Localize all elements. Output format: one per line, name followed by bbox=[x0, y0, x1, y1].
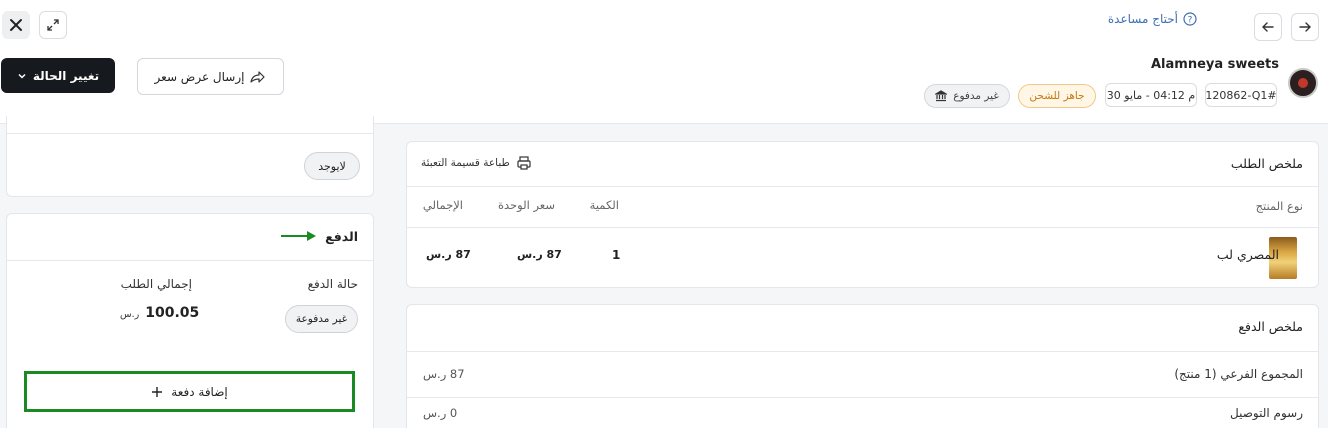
bank-icon bbox=[935, 90, 948, 102]
change-status-button[interactable]: تغيير الحالة bbox=[1, 58, 115, 93]
product-unit-price: 87 ر.س bbox=[517, 248, 562, 261]
store-avatar bbox=[1288, 68, 1318, 98]
order-summary-card: ملخص الطلب طباعة قسيمة التعبئة نوع المنت… bbox=[406, 141, 1319, 288]
share-arrow-icon bbox=[250, 70, 266, 83]
payment-state-badge: غير مدفوعة bbox=[285, 305, 358, 333]
expand-icon bbox=[47, 19, 59, 31]
subtotal-label: المجموع الفرعي (1 منتج) bbox=[1174, 367, 1303, 381]
column-unit-price: سعر الوحدة bbox=[498, 198, 555, 212]
product-total: 87 ر.س bbox=[426, 248, 471, 261]
order-summary-title: ملخص الطلب bbox=[1230, 156, 1303, 171]
order-date-chip: م 04:12 - مايو 30 bbox=[1105, 83, 1197, 107]
printer-icon bbox=[517, 156, 531, 170]
payment-summary-card: ملخص الدفع المجموع الفرعي (1 منتج) 87 ر.… bbox=[406, 304, 1319, 428]
column-product: نوع المنتج bbox=[1255, 199, 1303, 213]
payment-state-label: حالة الدفع bbox=[307, 277, 358, 291]
order-total-label: إجمالي الطلب bbox=[120, 277, 192, 291]
change-status-label: تغيير الحالة bbox=[32, 68, 100, 83]
help-label: أحتاج مساعدة bbox=[1107, 12, 1178, 26]
shipping-status-badge: جاهز للشحن bbox=[1018, 84, 1096, 108]
arrow-right-annotation bbox=[281, 231, 316, 241]
forward-button[interactable] bbox=[1291, 13, 1319, 41]
back-button[interactable] bbox=[1254, 13, 1282, 41]
store-name: Alamneya sweets bbox=[1150, 57, 1279, 72]
svg-text:?: ? bbox=[1188, 16, 1193, 26]
column-total: الإجمالي bbox=[422, 198, 463, 212]
column-qty: الكمية bbox=[589, 198, 619, 212]
send-quote-button[interactable]: إرسال عرض سعر bbox=[137, 58, 284, 95]
product-qty: 1 bbox=[612, 248, 621, 262]
order-total-amount: 100.05 bbox=[145, 305, 200, 321]
arrow-left-icon bbox=[1262, 22, 1274, 32]
delivery-fee-label: رسوم التوصيل bbox=[1229, 406, 1303, 420]
chevron-down-icon bbox=[18, 73, 26, 79]
subtotal-value: 87 ر.س bbox=[423, 367, 465, 381]
product-name: المصري لب bbox=[1216, 247, 1279, 262]
close-button[interactable] bbox=[2, 11, 30, 39]
currency-label: ر.س bbox=[120, 309, 140, 320]
send-quote-label: إرسال عرض سعر bbox=[154, 69, 245, 84]
arrow-right-icon bbox=[1299, 22, 1311, 32]
top-bar: ? أحتاج مساعدة Alamneya sweets 120862-Q1… bbox=[0, 0, 1328, 124]
plus-icon bbox=[152, 386, 163, 397]
payment-summary-title: ملخص الدفع bbox=[1238, 319, 1303, 334]
close-icon bbox=[10, 19, 22, 31]
help-link[interactable]: ? أحتاج مساعدة bbox=[1108, 10, 1197, 28]
help-circle-icon: ? bbox=[1183, 12, 1197, 26]
delivery-fee-value: 0 ر.س bbox=[423, 406, 458, 420]
expand-button[interactable] bbox=[39, 11, 67, 39]
print-packing-slip-link[interactable]: طباعة قسيمة التعبئة bbox=[421, 155, 532, 171]
add-payment-label: إضافة دفعة bbox=[171, 384, 228, 399]
order-id-chip: 120862-Q1# bbox=[1205, 83, 1277, 107]
order-total-value: ر.س 100.05 bbox=[120, 305, 199, 321]
add-payment-button[interactable]: إضافة دفعة bbox=[24, 371, 355, 412]
payment-title: الدفع bbox=[325, 229, 358, 244]
payment-status-text: غير مدفوع bbox=[953, 90, 999, 102]
print-label: طباعة قسيمة التعبئة bbox=[421, 157, 510, 169]
payment-card: الدفع حالة الدفع إجمالي الطلب غير مدفوعة… bbox=[6, 213, 374, 428]
payment-status-badge: غير مدفوع bbox=[924, 84, 1010, 108]
extra-info-card: لايوجد bbox=[6, 116, 374, 197]
none-badge: لايوجد bbox=[304, 152, 360, 180]
